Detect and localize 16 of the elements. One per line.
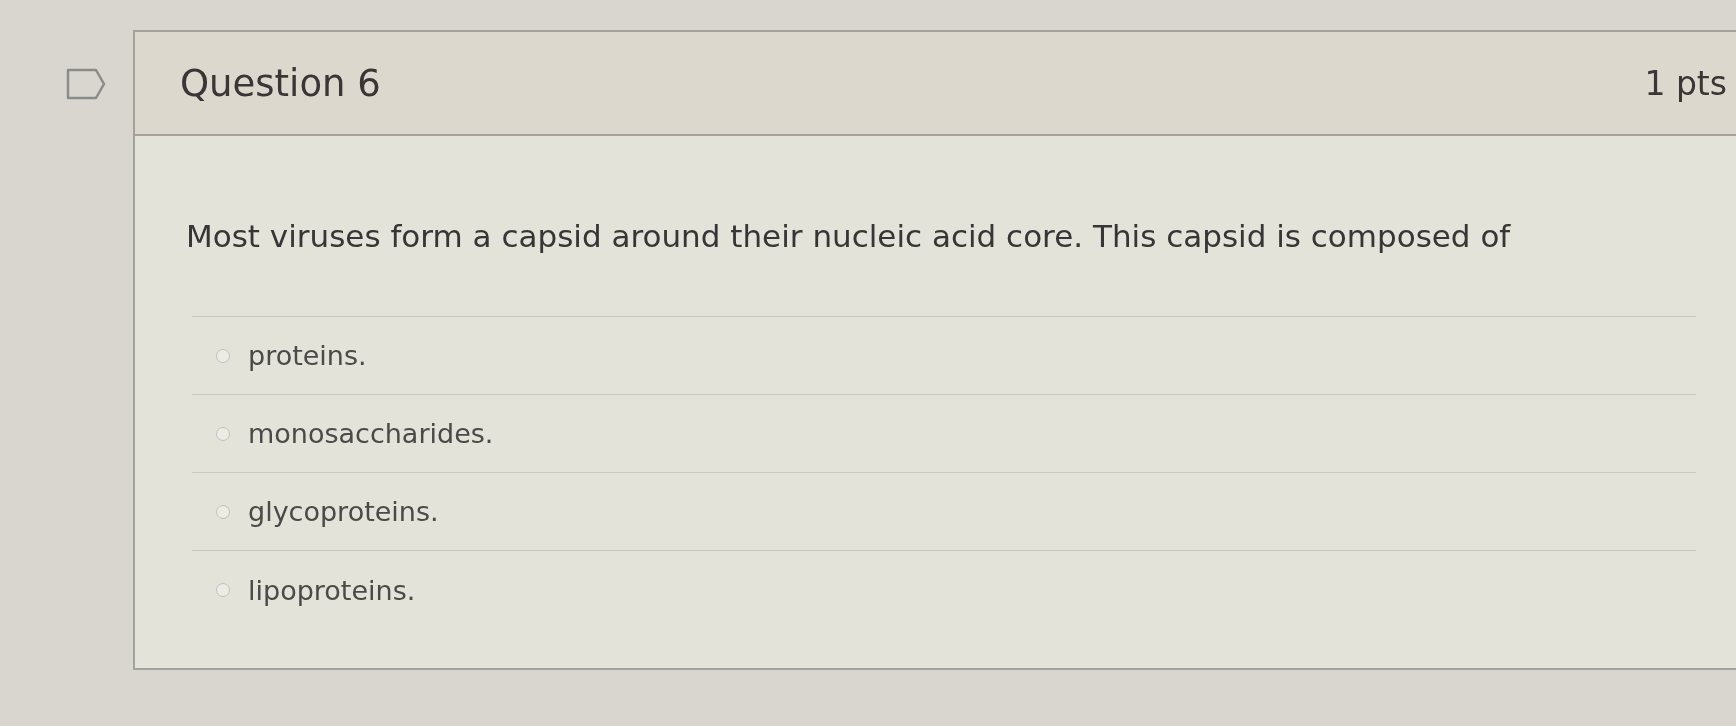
radio-button[interactable] xyxy=(216,348,230,363)
radio-button[interactable] xyxy=(216,583,230,597)
answer-label: monosaccharides. xyxy=(248,418,494,449)
answer-option[interactable]: glycoproteins. xyxy=(192,473,1696,551)
flag-icon[interactable] xyxy=(66,68,106,100)
points-label: 1 pts xyxy=(1644,63,1727,103)
question-title: Question 6 xyxy=(180,61,381,105)
question-text: Most viruses form a capsid around their nucleic acid core. This capsid is composed of xyxy=(186,217,1512,256)
answer-option[interactable]: proteins. xyxy=(192,317,1696,395)
answer-option[interactable]: monosaccharides. xyxy=(192,395,1696,473)
answer-label: glycoproteins. xyxy=(248,496,439,527)
answer-label: proteins. xyxy=(248,340,367,371)
answer-option[interactable]: lipoproteins. xyxy=(192,551,1696,629)
radio-button[interactable] xyxy=(216,504,230,519)
radio-button[interactable] xyxy=(216,426,230,441)
answer-label: lipoproteins. xyxy=(248,574,416,606)
